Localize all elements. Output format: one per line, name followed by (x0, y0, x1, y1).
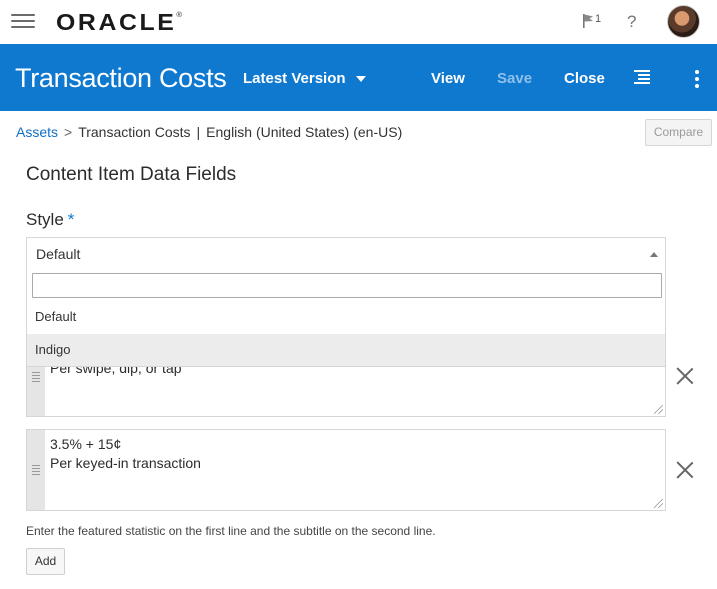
drag-handle[interactable] (27, 430, 45, 510)
breadcrumb-current-item: Transaction Costs (78, 124, 191, 140)
breadcrumb-locale: English (United States) (en-US) (206, 124, 403, 140)
compare-button[interactable]: Compare (645, 119, 712, 146)
more-options-icon[interactable] (695, 70, 699, 91)
help-icon[interactable]: ? (627, 12, 636, 32)
oracle-logo: ORACLE® (56, 9, 183, 35)
flag-icon (583, 14, 593, 28)
style-field-label: Style * (26, 210, 75, 229)
style-dropdown-menu: Default Indigo (26, 268, 666, 367)
resize-handle-icon[interactable] (654, 499, 663, 508)
chevron-down-icon (355, 75, 366, 82)
breadcrumb-divider: | (196, 124, 201, 140)
required-marker: * (67, 210, 75, 229)
add-button[interactable]: Add (26, 548, 65, 575)
hamburger-icon[interactable] (11, 14, 35, 30)
remove-stat-1-button[interactable] (676, 367, 694, 385)
style-select[interactable]: Default (26, 237, 666, 269)
version-dropdown[interactable]: Latest Version (243, 70, 366, 87)
breadcrumb-separator: > (64, 124, 73, 140)
chevron-up-icon (650, 252, 658, 257)
dropdown-option-default[interactable]: Default (27, 301, 665, 333)
style-select-value: Default (36, 246, 81, 262)
drag-grip-icon (32, 372, 40, 384)
view-button[interactable]: View (431, 70, 465, 87)
user-avatar[interactable] (667, 5, 700, 38)
drag-grip-icon (32, 465, 40, 477)
close-button[interactable]: Close (564, 70, 605, 87)
breadcrumb-assets-link[interactable]: Assets (16, 124, 58, 140)
dropdown-option-indigo[interactable]: Indigo (27, 334, 665, 366)
breadcrumb: Assets > Transaction Costs | English (Un… (16, 124, 402, 140)
item-toolbar: Transaction Costs Latest Version View Sa… (0, 44, 717, 111)
page-title: Transaction Costs (15, 63, 227, 93)
notifications-button[interactable]: 1 (583, 13, 602, 28)
field-hint: Enter the featured statistic on the firs… (26, 524, 436, 538)
resize-handle-icon[interactable] (654, 405, 663, 414)
save-button[interactable]: Save (497, 70, 532, 87)
stat-textarea-2[interactable]: 3.5% + 15¢ Per keyed-in transaction (26, 429, 666, 511)
version-label: Latest Version (243, 70, 346, 87)
notification-count: 1 (595, 13, 602, 25)
section-title: Content Item Data Fields (26, 164, 237, 185)
dropdown-search-input[interactable] (32, 273, 662, 298)
top-header: ORACLE® 1 ? (0, 0, 717, 44)
stat-text: 3.5% + 15¢ Per keyed-in transaction (50, 436, 201, 471)
remove-stat-2-button[interactable] (676, 461, 694, 479)
properties-panel-icon[interactable] (634, 70, 650, 84)
